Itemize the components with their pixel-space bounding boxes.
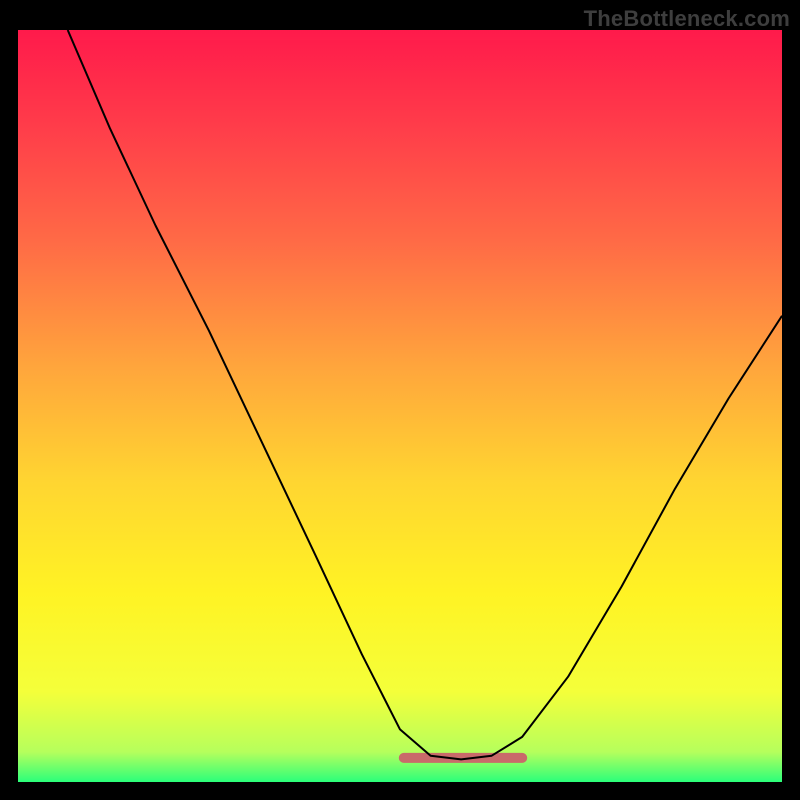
stage: TheBottleneck.com [0,0,800,800]
gradient-background [18,30,782,782]
plot-frame [18,30,782,782]
watermark-text: TheBottleneck.com [584,6,790,32]
bottleneck-chart [18,30,782,782]
